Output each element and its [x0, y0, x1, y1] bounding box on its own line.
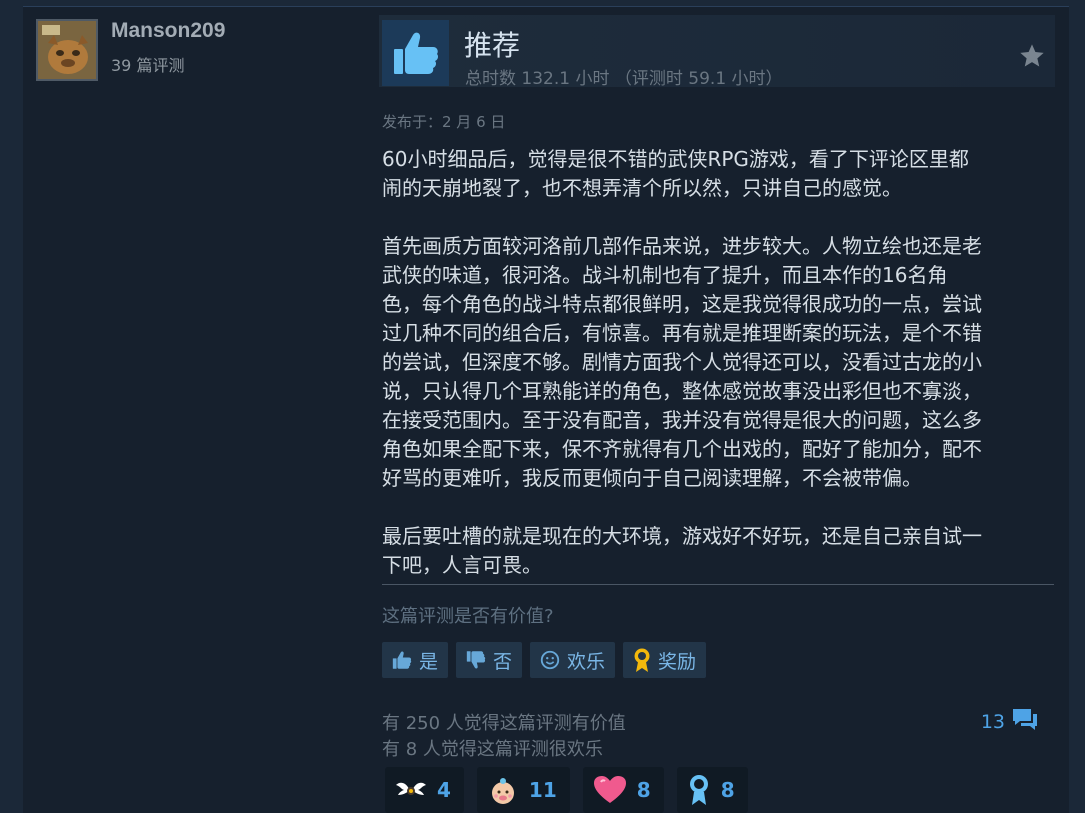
- award-ribbon-icon: [632, 647, 652, 673]
- avatar[interactable]: [36, 19, 98, 81]
- vote-buttons: 是 否 欢乐 奖励: [382, 642, 714, 678]
- vote-no-button[interactable]: 否: [456, 642, 523, 678]
- award-count: 11: [528, 778, 557, 802]
- vote-header: 推荐 总时数 132.1 小时 （评测时 59.1 小时）: [379, 15, 1055, 89]
- divider: [382, 584, 1054, 585]
- author-column: Manson209 39 篇评测: [23, 7, 368, 813]
- helpful-question: 这篇评测是否有价值?: [382, 606, 554, 627]
- funny-count: 有 8 人觉得这篇评测很欢乐: [382, 739, 603, 760]
- wings-award-icon: [395, 777, 427, 803]
- award-count: 8: [636, 778, 651, 802]
- vote-yes-button[interactable]: 是: [382, 642, 449, 678]
- award-item[interactable]: 11: [476, 767, 570, 813]
- award-count: 8: [720, 778, 735, 802]
- medal-award-icon: [687, 774, 711, 806]
- vote-funny-label: 欢乐: [567, 650, 606, 673]
- review-column: 推荐 总时数 132.1 小时 （评测时 59.1 小时） 发布于：2 月 6 …: [368, 7, 1069, 813]
- awards-list: 4 11 8 8: [385, 767, 761, 813]
- heart-award-icon: [593, 775, 627, 805]
- review-text: 60小时细品后，觉得是很不错的武侠RPG游戏，看了下评论区里都 闹的天崩地裂了，…: [382, 147, 982, 577]
- vote-yes-label: 是: [419, 650, 439, 673]
- comments-link[interactable]: 13: [981, 706, 1039, 737]
- award-button[interactable]: 奖励: [623, 642, 707, 678]
- award-count: 4: [437, 778, 451, 802]
- playtime-hours: 总时数 132.1 小时 （评测时 59.1 小时）: [465, 69, 783, 89]
- thumbs-up-icon: [391, 650, 413, 670]
- award-label: 奖励: [658, 650, 697, 673]
- speech-bubble-icon: [1011, 706, 1039, 737]
- vote-funny-button[interactable]: 欢乐: [530, 642, 616, 678]
- baby-face-award-icon: [487, 775, 519, 805]
- author-name[interactable]: Manson209: [111, 19, 225, 43]
- star-icon[interactable]: [1015, 39, 1049, 73]
- thumbs-down-icon: [465, 650, 487, 670]
- comments-count: 13: [980, 710, 1005, 733]
- posted-date: 发布于：2 月 6 日: [382, 113, 506, 131]
- review-card: Manson209 39 篇评测 推荐 总时数 132.1 小时 （评测时 59…: [23, 6, 1069, 813]
- helpful-count: 有 250 人觉得这篇评测有价值: [382, 713, 626, 734]
- vote-no-label: 否: [493, 650, 513, 673]
- thumbs-up-icon: [382, 20, 449, 86]
- author-review-count[interactable]: 39 篇评测: [111, 52, 184, 76]
- award-item[interactable]: 4: [385, 767, 464, 813]
- award-item[interactable]: 8: [582, 767, 664, 813]
- award-item[interactable]: 8: [676, 767, 748, 813]
- smiley-icon: [539, 649, 561, 671]
- verdict-title: 推荐: [464, 29, 521, 62]
